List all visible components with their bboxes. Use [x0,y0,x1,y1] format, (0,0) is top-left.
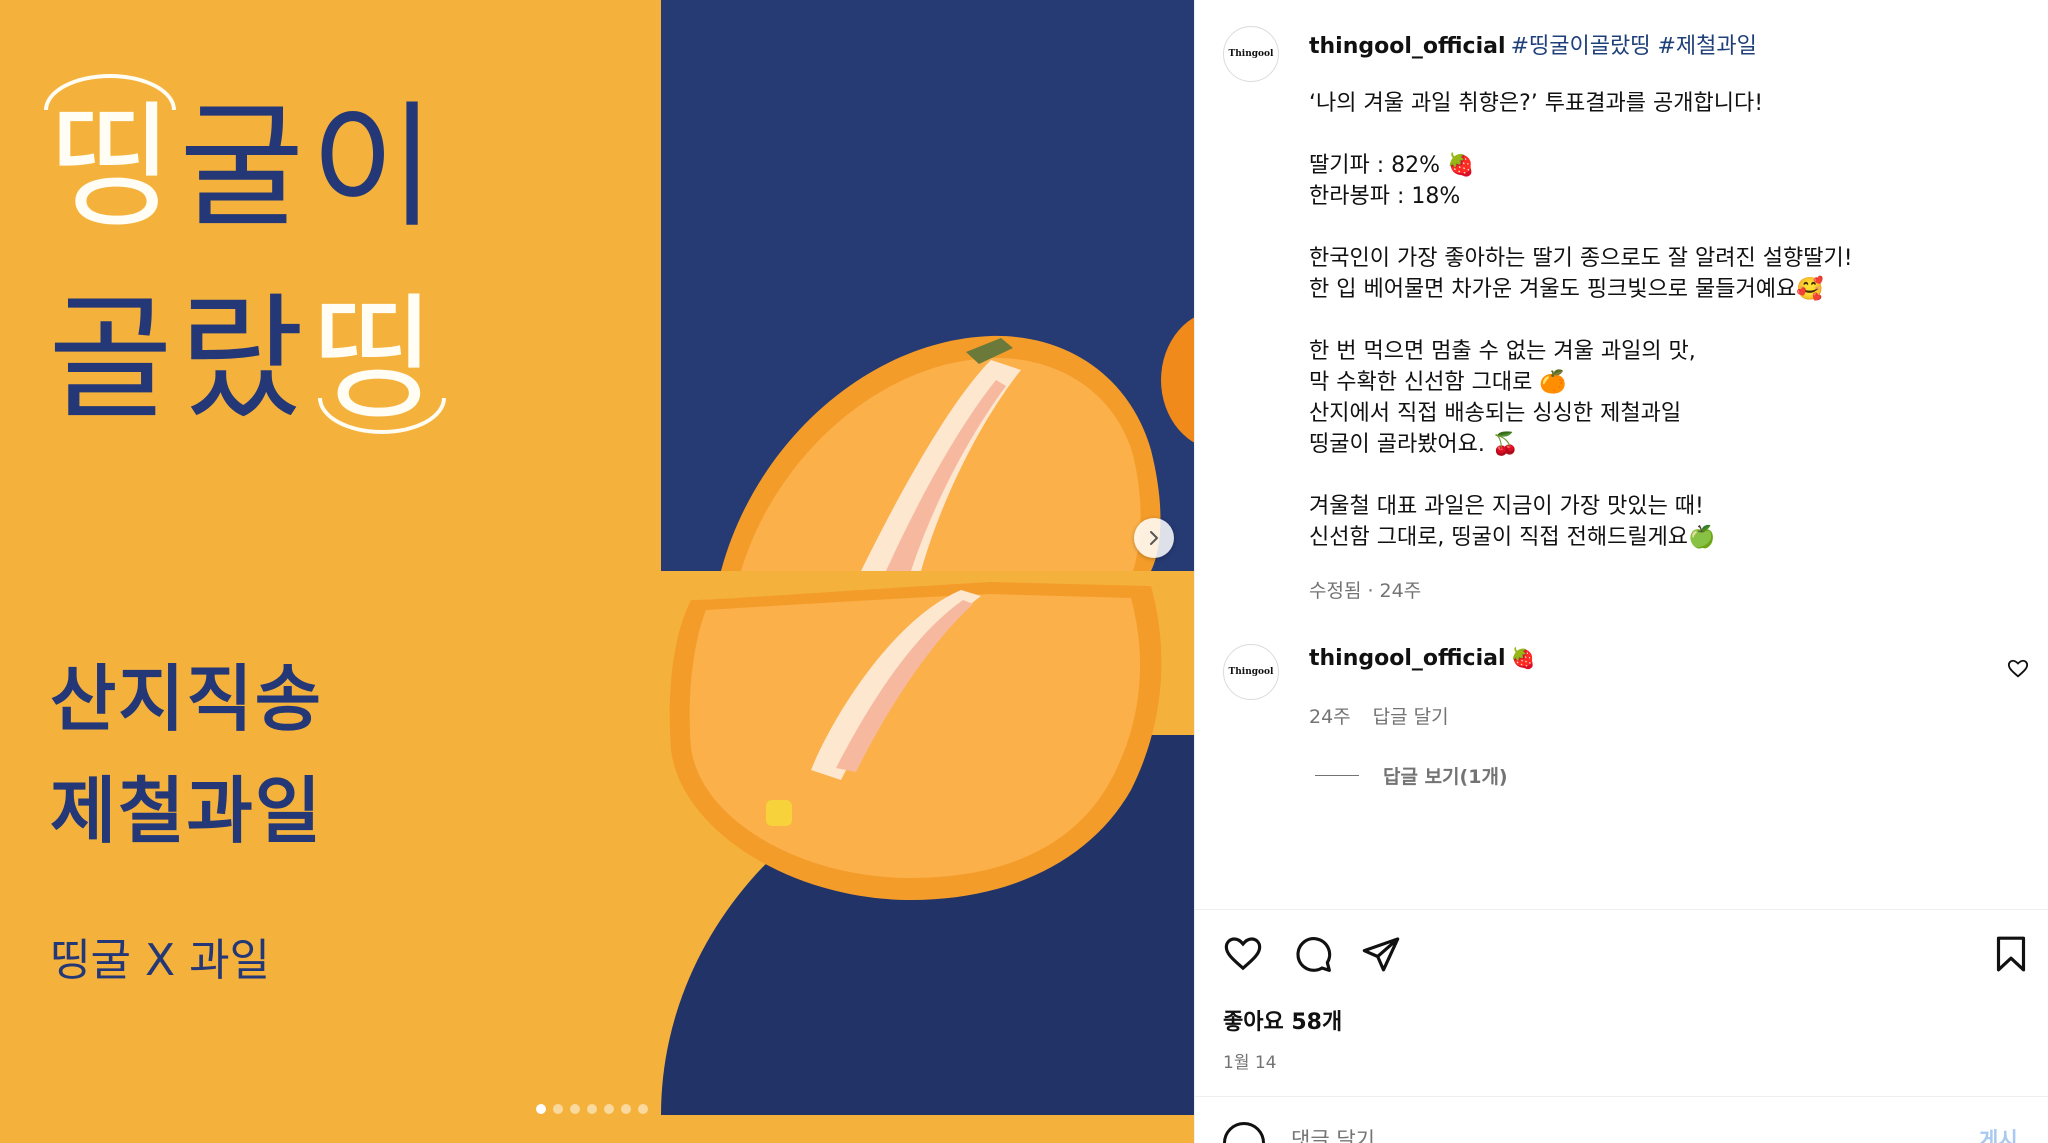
carousel-next-button[interactable] [1134,518,1174,558]
subtitle-line-2: 제철과일 [50,769,323,853]
carousel-dot [536,1104,546,1114]
avatar-logo-text: Thingool [1228,667,1274,677]
comment-username[interactable]: thingool_official [1309,646,1506,671]
subtitle-line-1: 산지직송 [50,657,323,741]
comment-header: thingool_official 🍓 [1309,646,1536,671]
caption-username[interactable]: thingool_official [1309,34,1506,59]
post-date: 1월 14 [1223,1053,1277,1073]
view-replies-label: 답글 보기(1개) [1383,766,1508,788]
brand-collab-text: 띵굴 X 과일 [50,935,271,986]
bookmark-icon[interactable] [1991,934,2031,974]
comment-text: 🍓 [1510,646,1536,670]
caption-hashtags[interactable]: #띵굴이골랐띵 #제철과일 [1511,34,1757,59]
heart-icon[interactable] [2007,658,2029,680]
post-media[interactable]: 띵굴이 골랐띵 산지직송 제철과일 띵굴 X 과일 [0,0,1194,1143]
title-line-1: 띵굴이 [48,89,442,247]
comment-input[interactable] [1291,1120,1851,1143]
avatar[interactable]: Thingool [1223,26,1279,82]
emoji-icon[interactable] [1223,1122,1265,1143]
heart-icon[interactable] [1223,934,1263,974]
divider [1195,909,2048,910]
comment-meta: 24주 답글 달기 [1309,702,1449,729]
carousel-dot [621,1104,631,1114]
carousel-dot [587,1104,597,1114]
comment-icon[interactable] [1293,934,1333,974]
like-count[interactable]: 좋아요 58개 [1223,1004,1342,1036]
carousel-dot [570,1104,580,1114]
post-comment-button[interactable]: 게시 [1979,1124,2018,1143]
comment-avatar[interactable]: Thingool [1223,644,1279,700]
replies-line [1315,775,1359,776]
avatar-logo-text: Thingool [1228,49,1274,59]
carousel-dots [536,1104,648,1114]
chevron-right-icon [1150,531,1158,545]
caption-text: ‘나의 겨울 과일 취향은?’ 투표결과를 공개합니다! 딸기파 : 82% 🍓… [1309,91,1853,550]
carousel-dot [604,1104,614,1114]
view-replies-button[interactable]: 답글 보기(1개) [1315,762,1508,789]
send-icon[interactable] [1361,934,1401,974]
reply-button[interactable]: 답글 달기 [1373,702,1449,729]
divider [1195,1096,2048,1097]
caption-meta: 수정됨 · 24주 [1309,580,1422,602]
carousel-dot [638,1104,648,1114]
caption-header: thingool_official #띵굴이골랐띵 #제철과일 [1309,28,1757,60]
post-sidebar: Thingool thingool_official #띵굴이골랐띵 #제철과일… [1194,0,2048,1143]
orange-photo [669,317,1194,900]
carousel-dot [553,1104,563,1114]
comment-age: 24주 [1309,706,1351,728]
